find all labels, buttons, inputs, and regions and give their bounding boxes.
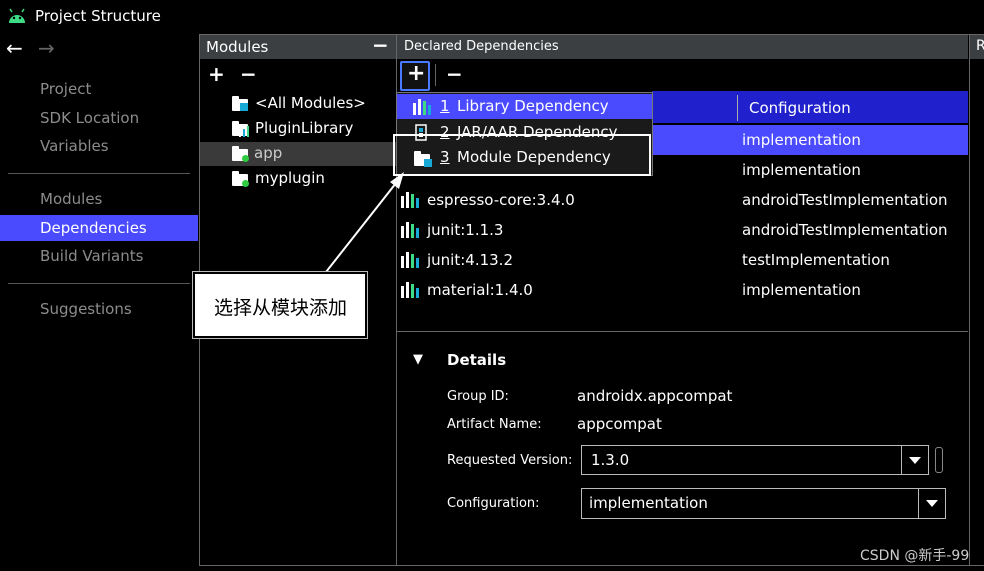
requested-version-label: Requested Version: [447,453,573,468]
grid-badge-icon [240,103,248,111]
menu-item-number: 1 [440,97,450,115]
nav-divider [8,173,190,174]
nav-item-label: Project [40,80,92,98]
library-icon [401,282,421,298]
add-module-button[interactable]: + [208,62,225,86]
row-config: implementation [742,161,861,179]
collapse-button[interactable]: − [372,33,389,57]
left-nav: ← → Project SDK Location Variables Modul… [0,32,198,571]
window-title: Project Structure [35,7,161,25]
table-row[interactable]: espresso-core:3.4.0 androidTestImplement… [397,185,968,215]
menu-item-label: Library Dependency [457,97,609,115]
library-badge-icon [239,126,249,137]
version-scroll-handle[interactable] [935,447,943,473]
table-row[interactable]: junit:1.1.3 androidTestImplementation [397,215,968,245]
nav-item-dependencies[interactable]: Dependencies [0,215,198,241]
right-panel-header: R [970,35,984,59]
row-config: testImplementation [742,251,890,269]
row-config: implementation [742,131,861,149]
nav-item-label: Modules [40,190,103,208]
requested-version-combo[interactable]: 1.3.0 [581,445,929,475]
plus-icon: + [407,61,426,86]
configuration-dropdown-button[interactable] [918,489,945,518]
configuration-combo[interactable]: implementation [581,488,946,519]
highlight-box [393,134,651,176]
toolbar-divider [435,64,436,86]
row-config: androidTestImplementation [742,221,948,239]
tree-item-label: PluginLibrary [255,119,354,137]
android-icon [9,8,25,23]
watermark: CSDN @新手-99 [860,548,970,564]
configuration-value: implementation [589,494,708,512]
row-name: junit:1.1.3 [427,221,504,239]
tree-item-pluginlibrary[interactable]: PluginLibrary [228,117,396,141]
nav-item-label: Dependencies [40,219,147,237]
nav-item-sdk-location[interactable]: SDK Location [0,105,198,131]
configuration-label: Configuration: [447,496,540,511]
right-panel [969,34,984,566]
nav-item-variables[interactable]: Variables [0,133,198,159]
table-row[interactable]: junit:4.13.2 testImplementation [397,245,968,275]
right-panel-header-title: R [976,38,984,54]
tree-item-app[interactable]: app [200,142,396,166]
tree-item-label: myplugin [255,169,325,187]
row-config: androidTestImplementation [742,191,948,209]
menu-item-library-dependency[interactable]: 1 Library Dependency [397,94,652,119]
nav-item-build-variants[interactable]: Build Variants [0,243,198,269]
chevron-down-icon [926,500,938,507]
nav-divider [8,283,190,284]
details-divider [397,331,968,332]
details-toggle-icon[interactable]: ▼ [413,352,423,367]
group-id-value: androidx.appcompat [577,387,733,405]
row-name: espresso-core:3.4.0 [427,191,575,209]
nav-item-project[interactable]: Project [0,76,198,102]
modules-header: Modules − [200,33,396,59]
tree-item-all-modules[interactable]: <All Modules> [228,92,396,116]
nav-item-label: SDK Location [40,109,140,127]
row-name: junit:4.13.2 [427,251,513,269]
deps-header-title: Declared Dependencies [404,39,559,54]
deps-header: Declared Dependencies [397,35,968,59]
remove-dependency-button[interactable]: − [446,62,463,86]
remove-module-button[interactable]: − [240,62,257,86]
library-icon [413,99,433,115]
nav-item-label: Build Variants [40,247,144,265]
row-name: material:1.4.0 [427,281,533,299]
configuration-column-header[interactable]: Configuration [749,99,851,117]
add-dependency-button[interactable]: + [400,61,430,91]
nav-item-label: Variables [40,137,109,155]
forward-arrow-icon[interactable]: → [38,36,55,60]
nav-item-label: Suggestions [40,300,132,318]
row-config: implementation [742,281,861,299]
deps-table-header: Configuration [652,91,968,123]
artifact-name-label: Artifact Name: [447,417,542,432]
tree-item-label: app [254,144,283,162]
nav-item-suggestions[interactable]: Suggestions [0,296,198,322]
tree-item-label: <All Modules> [255,94,366,112]
details-title: Details [447,351,507,369]
android-badge-icon [242,155,249,162]
version-dropdown-button[interactable] [901,446,928,474]
annotation-text: 选择从模块添加 [214,297,348,319]
android-badge-icon [242,180,249,187]
chevron-down-icon [909,457,921,464]
artifact-name-value: appcompat [577,415,662,433]
column-divider [737,95,738,121]
requested-version-value: 1.3.0 [591,451,630,469]
annotation-arrow-icon [325,172,404,273]
back-arrow-icon[interactable]: ← [6,36,23,60]
annotation-callout: 选择从模块添加 [192,271,368,339]
modules-header-title: Modules [206,38,269,56]
group-id-label: Group ID: [447,389,509,404]
title-bar: Project Structure [0,0,984,32]
table-row[interactable]: material:1.4.0 implementation [397,275,968,305]
nav-item-modules[interactable]: Modules [0,186,198,212]
